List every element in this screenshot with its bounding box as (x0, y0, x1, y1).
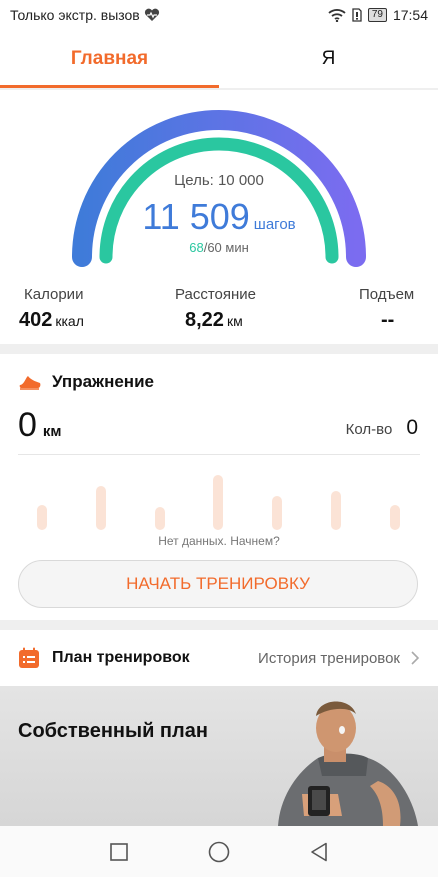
goal-label: Цель: 10 000 (174, 172, 264, 189)
placeholder-bar (390, 505, 400, 530)
exercise-count: Кол-во 0 (346, 416, 418, 440)
battery-icon: 79 (367, 8, 387, 22)
stat-climb: Подъем -- (359, 286, 414, 332)
sim-icon (352, 8, 362, 22)
steps-count: 11 509 шагов (0, 196, 438, 238)
stat-calories: Калории 402 ккал (19, 286, 84, 332)
plan-title: План тренировок (52, 649, 190, 666)
stat-label: Калории (24, 286, 84, 303)
recent-apps-button[interactable] (107, 840, 131, 864)
history-label: История тренировок (258, 649, 400, 667)
system-nav-bar (0, 826, 438, 877)
distance-value: 0 (18, 406, 37, 444)
steps-value: 11 509 (142, 196, 250, 237)
no-data-text: Нет данных. Начнем? (158, 534, 280, 548)
placeholder-bar (213, 475, 223, 530)
calories-unit: ккал (55, 313, 84, 329)
calories-value: 402 (19, 309, 53, 331)
exercise-distance: 0 км (18, 406, 62, 445)
placeholder-bar (331, 491, 341, 530)
active-minutes-value: 68 (189, 240, 204, 255)
stat-distance: Расстояние 8,22 км (175, 286, 256, 332)
wifi-icon (328, 9, 346, 22)
placeholder-bar-chart (0, 464, 438, 530)
distance-unit: км (226, 313, 243, 329)
stat-value: -- (381, 309, 414, 332)
home-icon (208, 841, 230, 862)
count-value: 0 (406, 416, 418, 439)
back-icon (311, 842, 327, 861)
start-workout-button[interactable]: НАЧАТЬ ТРЕНИРОВКУ (18, 560, 418, 608)
workout-history-link[interactable]: История тренировок (258, 650, 420, 667)
banner-title: Собственный план (18, 720, 208, 742)
clock: 17:54 (392, 7, 428, 23)
stats-row: Калории 402 ккал Расстояние 8,22 км Подъем… (0, 286, 438, 336)
placeholder-bar (155, 507, 165, 530)
runner-image (278, 701, 418, 826)
back-button[interactable] (307, 840, 331, 864)
heart-pulse-icon (144, 8, 159, 21)
stat-value: 402 ккал (19, 309, 84, 332)
status-bar: Только экстр. вызов 79 17:54 (0, 0, 438, 30)
stat-value: 8,22 км (185, 309, 256, 332)
carrier-text: Только экстр. вызов (10, 7, 140, 23)
stat-label: Расстояние (175, 286, 257, 303)
tab-bar: Главная Я (0, 30, 438, 88)
training-plan-row[interactable]: План тренировок История тренировок (0, 630, 438, 686)
steps-summary-card[interactable]: Цель: 10 000 11 509 шагов 68/60 мин Калор… (0, 90, 438, 344)
active-minutes: 68/60 мин (0, 240, 438, 255)
running-shoe-icon (19, 376, 41, 390)
divider (18, 454, 420, 455)
climb-value: -- (381, 309, 395, 331)
placeholder-bar (96, 486, 106, 530)
calendar-list-icon (19, 647, 39, 668)
chevron-right-icon (411, 651, 420, 665)
exercise-header: Упражнение (18, 372, 154, 392)
exercise-title: Упражнение (52, 372, 154, 391)
stat-label: Подъем (359, 286, 415, 303)
distance-unit: км (42, 423, 62, 440)
exercise-card[interactable]: Упражнение 0 км Кол-во 0 Нет данных. Начн… (0, 354, 438, 620)
active-minutes-goal: /60 мин (203, 240, 249, 255)
recent-apps-icon (110, 842, 128, 861)
distance-value: 8,22 (185, 309, 224, 331)
custom-plan-banner[interactable]: Собственный план (0, 686, 438, 826)
placeholder-bar (37, 505, 47, 530)
tab-home[interactable]: Главная (0, 30, 219, 88)
home-button[interactable] (207, 840, 231, 864)
steps-unit: шагов (253, 216, 296, 233)
tab-me[interactable]: Я (219, 30, 438, 88)
count-label: Кол-во (345, 421, 393, 438)
placeholder-bar (272, 496, 282, 530)
